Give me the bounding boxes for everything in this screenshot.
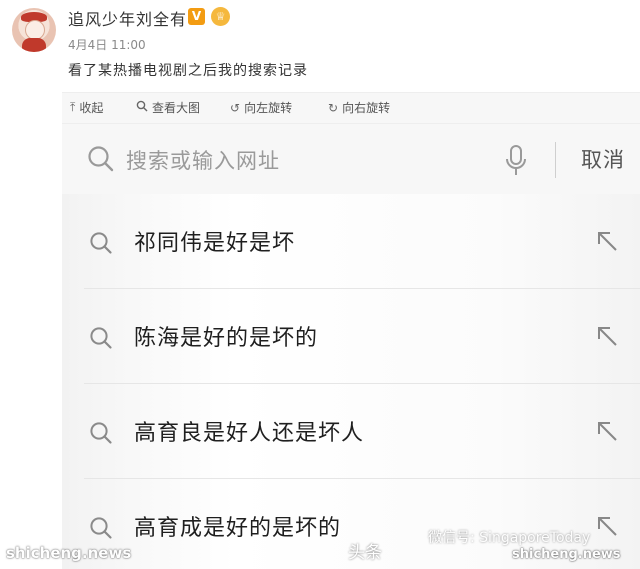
watermark-left: shicheng.news <box>6 544 132 562</box>
search-icon <box>86 144 116 174</box>
rotate-left-label: 向左旋转 <box>244 101 293 115</box>
collapse-label: 收起 <box>79 101 104 115</box>
search-bar: 搜索或输入网址 取消 <box>62 124 640 194</box>
collapse-button[interactable]: ⤒ 收起 <box>70 99 103 116</box>
search-icon <box>88 515 114 541</box>
magnifier-icon <box>136 100 148 115</box>
history-item-text: 高育成是好的是坏的 <box>134 516 342 541</box>
verified-badge-icon: V <box>188 8 205 25</box>
fill-arrow-icon[interactable] <box>596 230 620 254</box>
watermark-right: shicheng.news <box>512 547 621 562</box>
history-item-text: 祁同伟是好是坏 <box>134 231 296 256</box>
history-item-text: 高育良是好人还是坏人 <box>134 421 365 446</box>
rotate-left-icon: ↺ <box>230 100 241 115</box>
rotate-right-button[interactable]: ↻ 向右旋转 <box>328 99 390 116</box>
post-text: 看了某热播电视剧之后我的搜索记录 <box>68 63 308 79</box>
search-input[interactable]: 搜索或输入网址 <box>126 145 280 175</box>
fill-arrow-icon[interactable] <box>596 515 620 539</box>
history-item[interactable]: 高育良是好人还是坏人 <box>62 384 640 479</box>
rotate-right-label: 向右旋转 <box>342 101 391 115</box>
search-icon <box>88 230 114 256</box>
watermark-toutiao: 头条 <box>348 543 382 563</box>
view-large-label: 查看大图 <box>152 101 201 115</box>
search-divider <box>555 142 556 178</box>
fill-arrow-icon[interactable] <box>596 420 620 444</box>
rotate-right-icon: ↻ <box>328 100 339 115</box>
history-item[interactable]: 祁同伟是好是坏 <box>62 194 640 289</box>
vip-crown-icon: ♕ <box>211 7 230 26</box>
history-item-text: 陈海是好的是坏的 <box>134 326 319 351</box>
avatar-body <box>22 38 46 52</box>
post-header: 追风少年刘全有 V ♕ 4月4日 11:00 看了某热播电视剧之后我的搜索记录 <box>0 0 640 90</box>
fill-arrow-icon[interactable] <box>596 325 620 349</box>
search-history-screenshot: 搜索或输入网址 取消 祁同伟是好是坏 陈海是好的是坏的 高育良是好人还是坏人 高… <box>62 124 640 569</box>
collapse-icon: ⤒ <box>70 100 76 114</box>
rotate-left-button[interactable]: ↺ 向左旋转 <box>230 99 292 116</box>
microphone-icon[interactable] <box>504 144 528 178</box>
history-item[interactable]: 陈海是好的是坏的 <box>62 289 640 384</box>
search-icon <box>88 420 114 446</box>
avatar[interactable] <box>12 8 56 52</box>
post-timestamp: 4月4日 11:00 <box>68 38 146 52</box>
username[interactable]: 追风少年刘全有 <box>68 6 187 30</box>
watermark-weixin: 微信号: SingaporeToday <box>428 530 591 546</box>
avatar-face <box>25 20 45 40</box>
search-icon <box>88 325 114 351</box>
view-large-button[interactable]: 查看大图 <box>136 99 200 116</box>
cancel-button[interactable]: 取消 <box>581 144 625 174</box>
image-toolbar: ⤒ 收起 查看大图 ↺ 向左旋转 ↻ 向右旋转 <box>62 92 640 124</box>
